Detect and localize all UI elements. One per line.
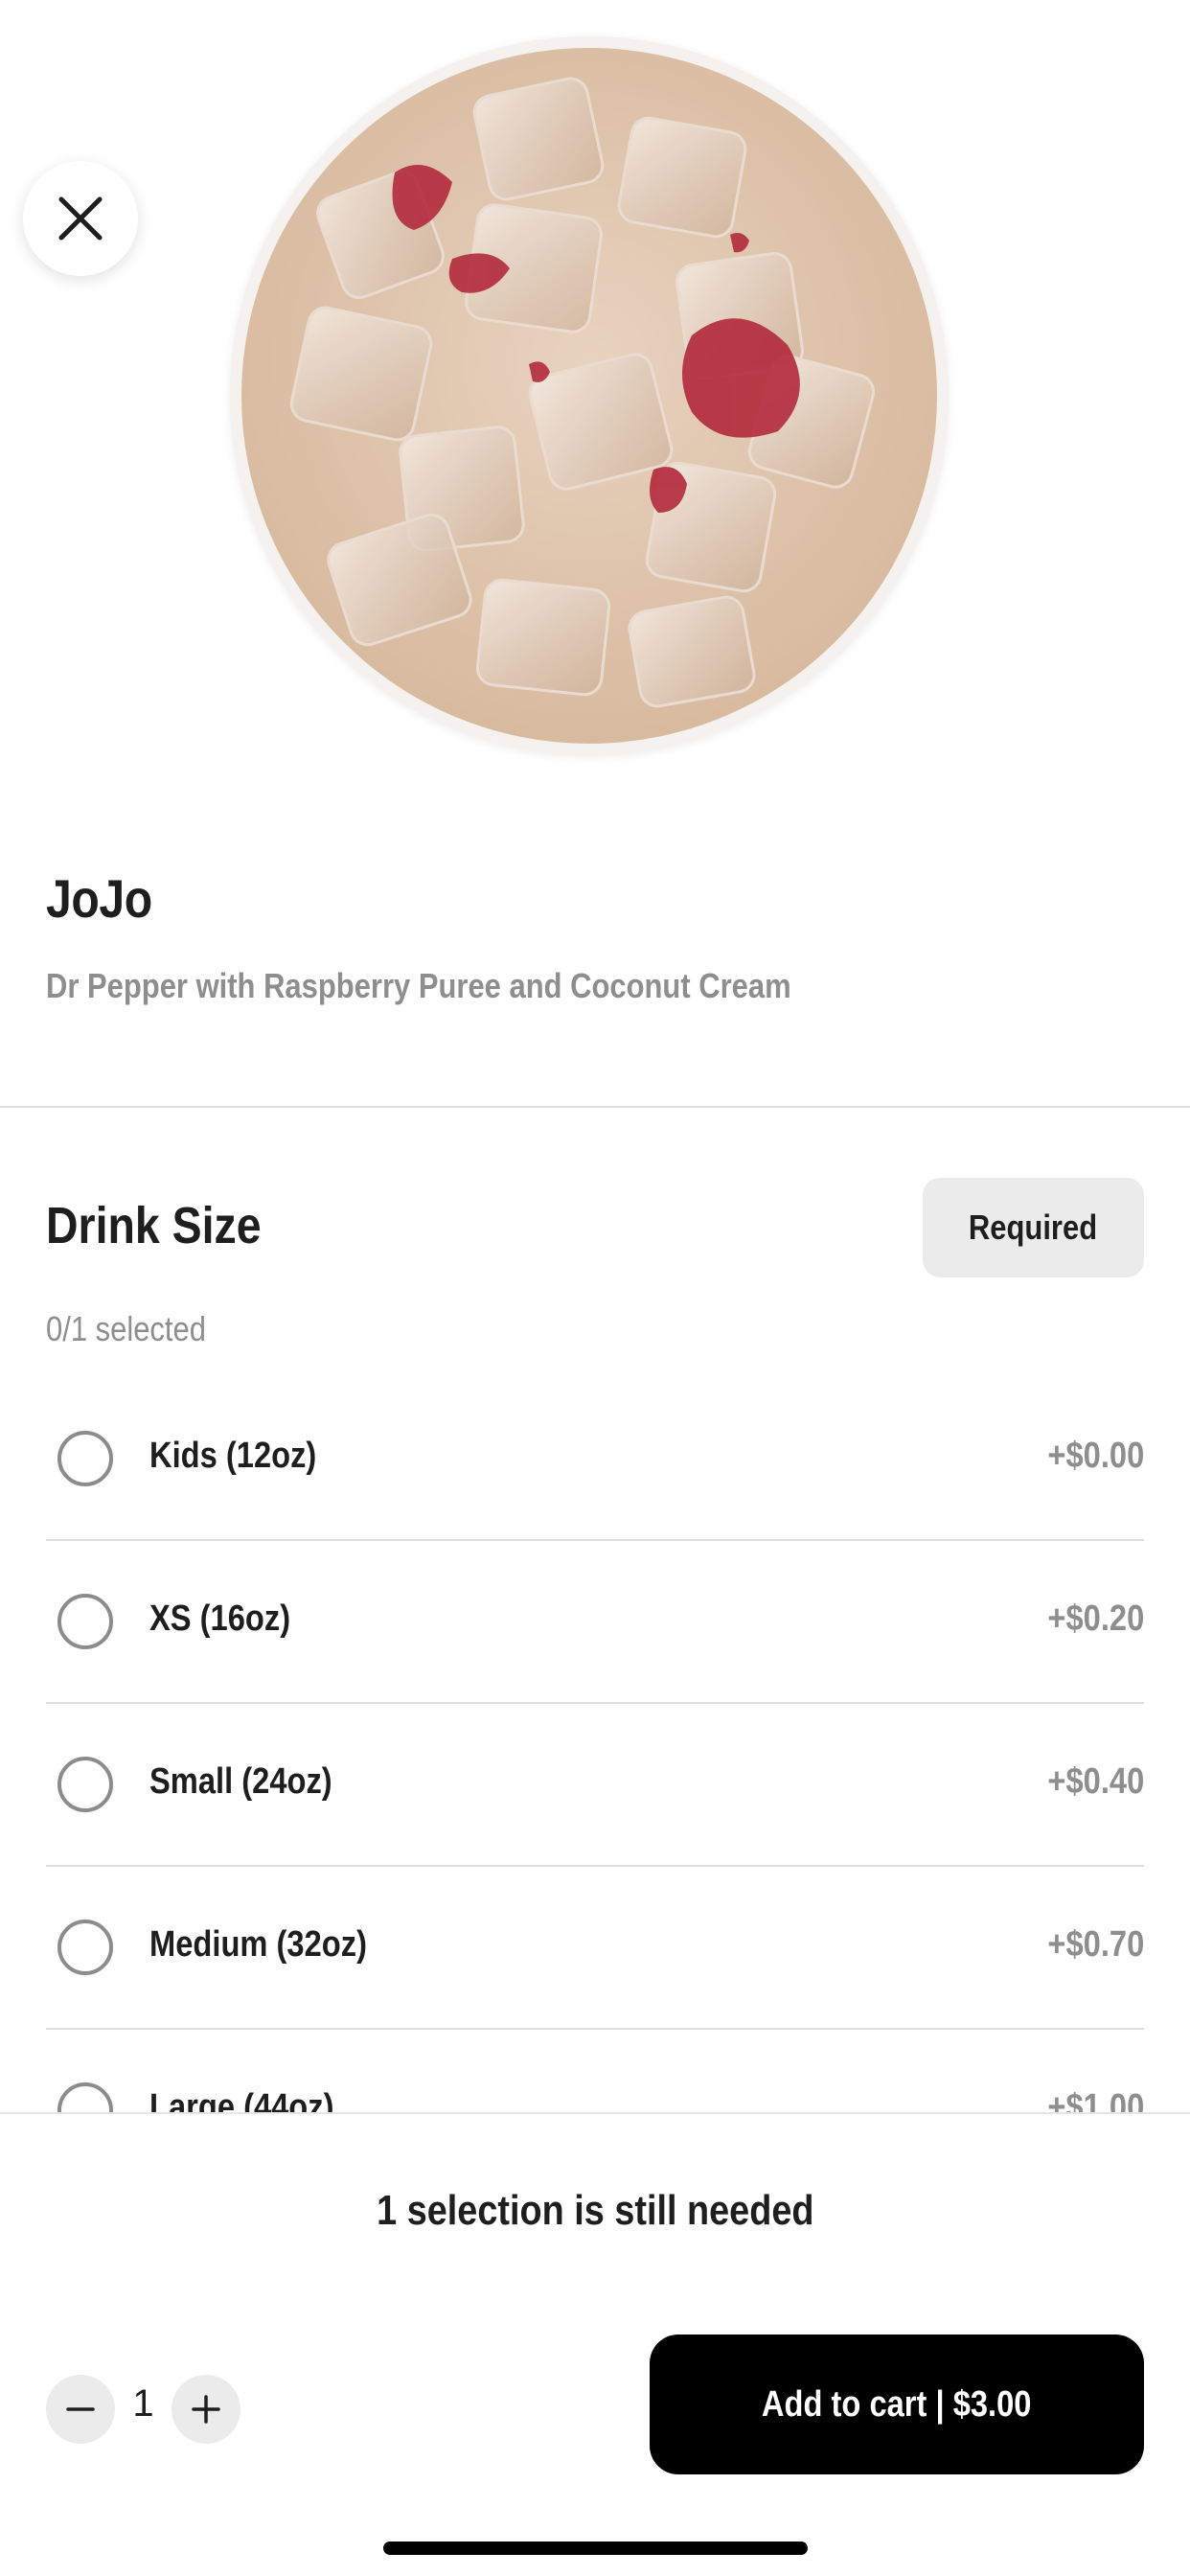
size-option-price: +$0.00 xyxy=(1047,1436,1144,1476)
plus-icon xyxy=(192,2395,220,2424)
size-option-label: Large (44oz) xyxy=(149,2087,334,2113)
size-option-price: +$0.20 xyxy=(1047,1598,1144,1639)
required-badge-label: Required xyxy=(969,1208,1098,1247)
drink-size-options: Kids (12oz) +$0.00 XS (16oz) +$0.20 Smal… xyxy=(46,1378,1144,2113)
size-option-small[interactable]: Small (24oz) +$0.40 xyxy=(46,1704,1144,1867)
product-hero xyxy=(0,0,1190,795)
size-option-label: Small (24oz) xyxy=(149,1761,332,1802)
radio-button[interactable] xyxy=(57,2082,113,2113)
close-icon xyxy=(58,196,103,241)
cart-footer: 1 selection is still needed 1 Add to car… xyxy=(0,2112,1190,2576)
home-indicator[interactable] xyxy=(383,2542,808,2555)
size-option-medium[interactable]: Medium (32oz) +$0.70 xyxy=(46,1867,1144,2030)
size-option-label: Kids (12oz) xyxy=(149,1436,317,1476)
size-option-price: +$0.40 xyxy=(1047,1761,1144,1802)
quantity-value: 1 xyxy=(132,2382,154,2425)
radio-button[interactable] xyxy=(57,1920,113,1975)
product-title: JoJo xyxy=(46,868,152,929)
radio-button[interactable] xyxy=(57,1431,113,1486)
product-image xyxy=(230,36,949,755)
drink-size-heading: Drink Size xyxy=(46,1197,262,1254)
size-option-xs[interactable]: XS (16oz) +$0.20 xyxy=(46,1541,1144,1704)
size-option-price: +$0.70 xyxy=(1047,1924,1144,1965)
product-description: Dr Pepper with Raspberry Puree and Cocon… xyxy=(46,966,791,1005)
close-button[interactable] xyxy=(23,161,138,276)
section-divider xyxy=(0,1106,1190,1108)
radio-button[interactable] xyxy=(57,1594,113,1649)
product-detail-page: JoJo Dr Pepper with Raspberry Puree and … xyxy=(0,0,1190,2576)
size-option-large[interactable]: Large (44oz) +$1.00 xyxy=(46,2030,1144,2113)
add-to-cart-label: Add to cart | $3.00 xyxy=(762,2383,1032,2425)
decrease-quantity-button[interactable] xyxy=(46,2375,115,2444)
size-option-price: +$1.00 xyxy=(1047,2087,1144,2113)
minus-icon xyxy=(66,2407,95,2411)
required-badge: Required xyxy=(923,1178,1144,1277)
increase-quantity-button[interactable] xyxy=(172,2375,240,2444)
add-to-cart-button[interactable]: Add to cart | $3.00 xyxy=(650,2334,1144,2474)
selection-needed-message: 1 selection is still needed xyxy=(376,2187,814,2234)
selection-count: 0/1 selected xyxy=(46,1309,206,1348)
size-option-label: Medium (32oz) xyxy=(149,1924,367,1965)
drink-illustration xyxy=(289,77,876,708)
size-option-label: XS (16oz) xyxy=(149,1598,291,1639)
radio-button[interactable] xyxy=(57,1757,113,1812)
size-option-kids[interactable]: Kids (12oz) +$0.00 xyxy=(46,1378,1144,1541)
